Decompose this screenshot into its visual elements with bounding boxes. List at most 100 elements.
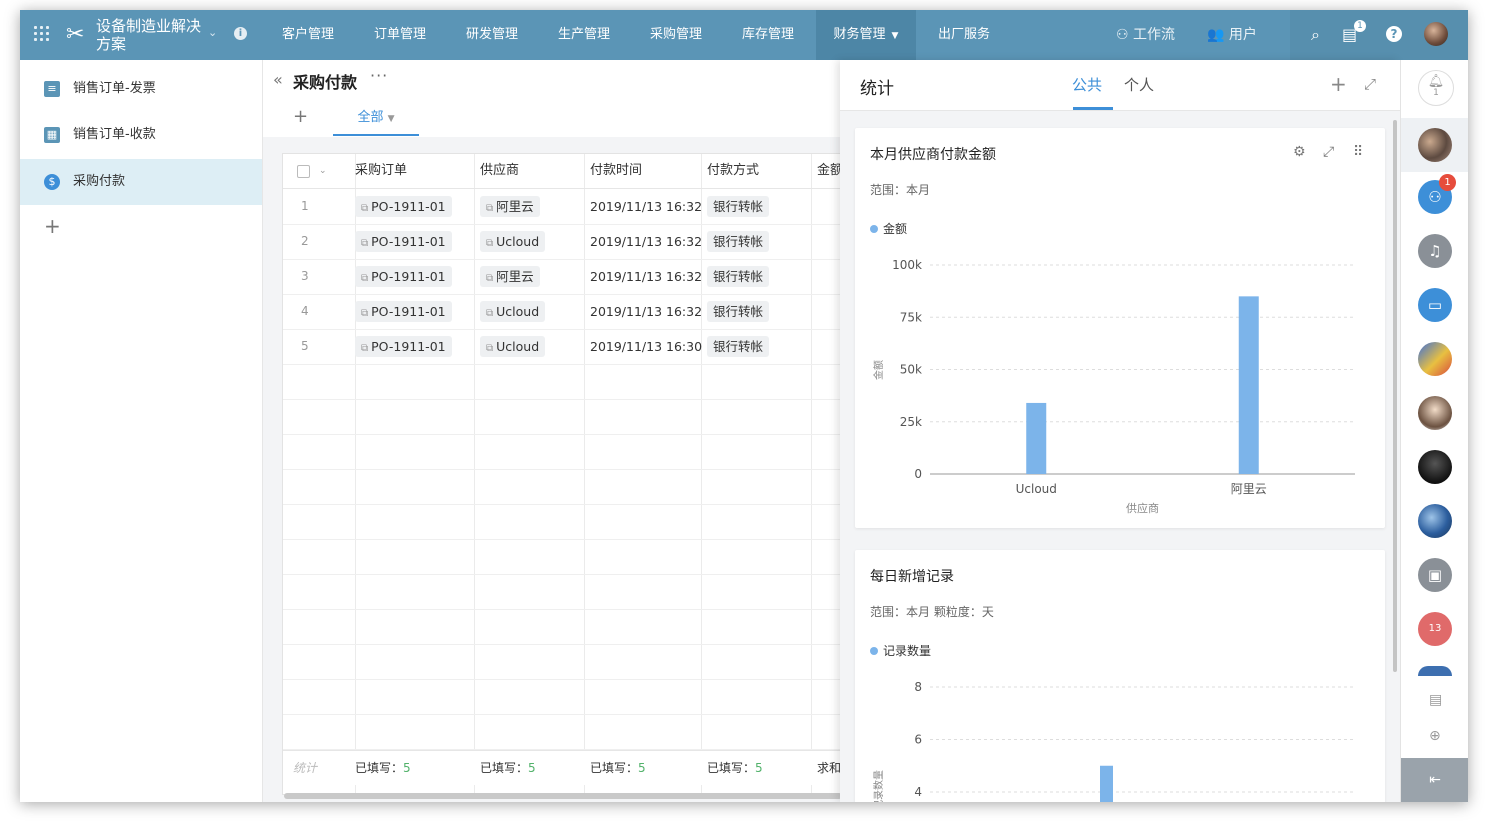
nav-item-orders[interactable]: 订单管理 xyxy=(362,10,438,60)
supplier-tag[interactable]: ⧉ Ucloud xyxy=(480,301,546,322)
empty-row[interactable] xyxy=(283,469,843,505)
column-header-method[interactable]: 付款方式 xyxy=(707,154,811,189)
order-cell[interactable]: ⧉ PO-1911-01 xyxy=(355,294,452,329)
sidebar-item-invoice[interactable]: ≡ 销售订单-发票 xyxy=(20,66,262,112)
chevron-down-icon[interactable]: ⌄ xyxy=(208,26,217,39)
notification-bell[interactable]: 🔔︎ 1 xyxy=(1418,70,1454,106)
add-chat-icon[interactable]: ⊕ xyxy=(1429,728,1441,744)
nav-item-production[interactable]: 生产管理 xyxy=(546,10,622,60)
user-avatar[interactable] xyxy=(1424,22,1448,46)
order-tag[interactable]: ⧉ PO-1911-01 xyxy=(355,266,452,287)
empty-row[interactable] xyxy=(283,539,843,575)
time-cell[interactable]: 2019/11/13 16:30 xyxy=(590,329,702,364)
add-view-button[interactable]: + xyxy=(293,106,308,127)
order-cell[interactable]: ⧉ PO-1911-01 xyxy=(355,189,452,224)
time-cell[interactable]: 2019/11/13 16:32 xyxy=(590,259,702,294)
empty-row[interactable] xyxy=(283,574,843,610)
contact-avatar[interactable] xyxy=(1418,450,1452,484)
more-options-icon[interactable]: ··· xyxy=(370,66,388,85)
contacts-icon[interactable]: ▤ xyxy=(1429,692,1442,708)
earth-avatar[interactable] xyxy=(1418,504,1452,538)
info-icon[interactable]: i xyxy=(234,27,247,40)
order-tag[interactable]: ⧉ PO-1911-01 xyxy=(355,231,452,252)
group-avatar[interactable] xyxy=(1418,128,1452,162)
chat-app[interactable]: ▭ xyxy=(1418,288,1452,322)
supplier-tag[interactable]: ⧉ Ucloud xyxy=(480,336,546,357)
empty-row[interactable] xyxy=(283,504,843,540)
contact-avatar[interactable] xyxy=(1418,396,1452,430)
footer-stat-method[interactable]: 已填写：5 xyxy=(707,751,763,785)
search-icon[interactable]: ⌕ xyxy=(1311,25,1320,45)
footer-stat-time[interactable]: 已填写：5 xyxy=(590,751,646,785)
order-cell[interactable]: ⧉ PO-1911-01 xyxy=(355,329,452,364)
horizontal-scrollbar[interactable] xyxy=(284,793,842,799)
supplier-cell[interactable]: ⧉ Ucloud xyxy=(480,294,546,329)
time-cell[interactable]: 2019/11/13 16:32 xyxy=(590,189,702,224)
empty-row[interactable] xyxy=(283,399,843,435)
footer-stat-supplier[interactable]: 已填写：5 xyxy=(480,751,536,785)
empty-row[interactable] xyxy=(283,679,843,715)
table-row[interactable]: 2 ⧉ PO-1911-01 ⧉ Ucloud 2019/11/13 16:32 银行转帐 xyxy=(283,224,843,260)
empty-row[interactable] xyxy=(283,434,843,470)
time-cell[interactable]: 2019/11/13 16:32 xyxy=(590,224,702,259)
method-cell[interactable]: 银行转帐 xyxy=(707,189,770,224)
select-all-checkbox[interactable] xyxy=(297,165,310,178)
app-title[interactable]: 设备制造业解决方案 xyxy=(96,17,206,53)
method-cell[interactable]: 银行转帐 xyxy=(707,224,770,259)
order-tag[interactable]: ⧉ PO-1911-01 xyxy=(355,301,452,322)
bell-app[interactable]: ♫ xyxy=(1418,234,1452,268)
supplier-cell[interactable]: ⧉ Ucloud xyxy=(480,329,546,364)
select-all[interactable]: ⌄ xyxy=(283,154,355,189)
supplier-cell[interactable]: ⧉ 阿里云 xyxy=(480,259,540,294)
cube-avatar[interactable] xyxy=(1418,342,1452,376)
supplier-cell[interactable]: ⧉ Ucloud xyxy=(480,224,546,259)
time-cell[interactable]: 2019/11/13 16:32 xyxy=(590,294,702,329)
collapse-rail-button[interactable]: ⇤ xyxy=(1401,758,1468,802)
calendar-app[interactable]: 13 xyxy=(1418,612,1452,646)
footer-stat-order[interactable]: 已填写：5 xyxy=(355,751,411,785)
empty-row[interactable] xyxy=(283,609,843,645)
supplier-tag[interactable]: ⧉ Ucloud xyxy=(480,231,546,252)
stats-tab-personal[interactable]: 个人 xyxy=(1124,74,1154,95)
nav-item-purchase[interactable]: 采购管理 xyxy=(638,10,714,60)
table-row[interactable]: 3 ⧉ PO-1911-01 ⧉ 阿里云 2019/11/13 16:32 银行转帐 xyxy=(283,259,843,295)
workflow-link[interactable]: ⚇ 工作流 xyxy=(1116,10,1175,60)
sidebar-item-receipt[interactable]: ▦ 销售订单-收款 xyxy=(20,112,262,158)
vertical-scrollbar[interactable] xyxy=(1393,120,1397,672)
stats-tab-public[interactable]: 公共 xyxy=(1072,74,1102,95)
view-tab-all[interactable]: 全部 ▼ xyxy=(333,104,419,136)
supplier-tag[interactable]: ⧉ 阿里云 xyxy=(480,196,540,217)
column-header-order[interactable]: 采购订单 xyxy=(355,154,474,189)
column-header-time[interactable]: 付款时间 xyxy=(590,154,701,189)
method-cell[interactable]: 银行转帐 xyxy=(707,259,770,294)
order-tag[interactable]: ⧉ PO-1911-01 xyxy=(355,336,452,357)
order-cell[interactable]: ⧉ PO-1911-01 xyxy=(355,224,452,259)
supplier-cell[interactable]: ⧉ 阿里云 xyxy=(480,189,540,224)
collapse-sidebar-icon[interactable]: « xyxy=(273,70,283,89)
nav-item-service[interactable]: 出厂服务 xyxy=(926,10,1002,60)
method-cell[interactable]: 银行转帐 xyxy=(707,329,770,364)
supplier-tag[interactable]: ⧉ 阿里云 xyxy=(480,266,540,287)
order-tag[interactable]: ⧉ PO-1911-01 xyxy=(355,196,452,217)
app-grid-icon[interactable] xyxy=(34,26,52,44)
nav-item-finance[interactable]: 财务管理 ▼ xyxy=(816,10,916,60)
empty-row[interactable] xyxy=(283,364,843,400)
briefcase-app[interactable]: ▣ xyxy=(1418,558,1452,592)
empty-row[interactable] xyxy=(283,714,843,750)
help-icon[interactable]: ? xyxy=(1386,26,1402,42)
order-cell[interactable]: ⧉ PO-1911-01 xyxy=(355,259,452,294)
method-cell[interactable]: 银行转帐 xyxy=(707,294,770,329)
add-sheet-button[interactable]: + xyxy=(44,216,61,236)
nav-item-customer[interactable]: 客户管理 xyxy=(270,10,346,60)
nav-item-rnd[interactable]: 研发管理 xyxy=(454,10,530,60)
add-chart-button[interactable]: + xyxy=(1330,72,1347,96)
users-link[interactable]: 👥 用户 xyxy=(1207,10,1257,60)
table-row[interactable]: 1 ⧉ PO-1911-01 ⧉ 阿里云 2019/11/13 16:32 银行转帐 xyxy=(283,189,843,225)
empty-row[interactable] xyxy=(283,644,843,680)
chevron-down-icon[interactable]: ⌄ xyxy=(319,154,327,188)
table-row[interactable]: 4 ⧉ PO-1911-01 ⧉ Ucloud 2019/11/13 16:32 银行转帐 xyxy=(283,294,843,330)
column-header-supplier[interactable]: 供应商 xyxy=(480,154,584,189)
sidebar-item-purchase-payment[interactable]: $ 采购付款 xyxy=(20,159,262,205)
nav-item-inventory[interactable]: 库存管理 xyxy=(730,10,806,60)
table-row[interactable]: 5 ⧉ PO-1911-01 ⧉ Ucloud 2019/11/13 16:30 银行转帐 xyxy=(283,329,843,365)
